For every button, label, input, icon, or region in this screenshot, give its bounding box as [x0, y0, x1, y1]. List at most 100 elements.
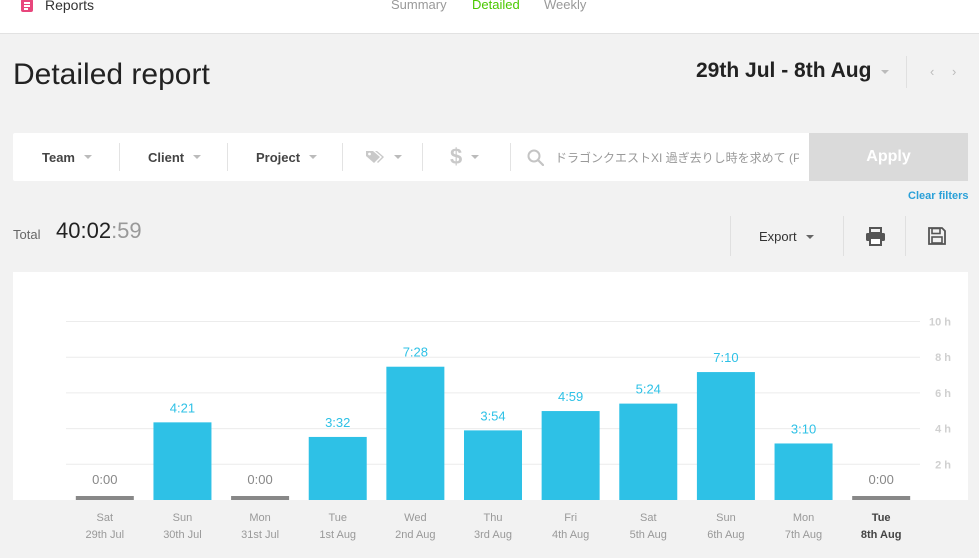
bar [696, 372, 755, 500]
team-filter-label: Team [42, 149, 75, 165]
x-tick-day: Tue [871, 512, 891, 524]
clear-filters-link[interactable]: Clear filters [908, 190, 969, 202]
daily-hours-bar-chart: 10 h 8 h 6 h 4 h 2 h 0:00 4:21 0:00 3:32 7:28 3:54… [66, 317, 951, 500]
y-tick-label: 2 h [935, 459, 951, 471]
bar [619, 403, 678, 500]
total-label: Total [13, 227, 41, 242]
x-tick-date: 31st Jul [241, 529, 280, 541]
bar-value-label: 3:10 [791, 421, 816, 436]
page-title: Detailed report [13, 58, 210, 91]
export-label: Export [759, 229, 797, 244]
bar [774, 443, 833, 500]
x-tick-date: 4th Aug [551, 529, 590, 541]
divider [510, 143, 511, 171]
divider [730, 216, 731, 256]
team-filter[interactable]: Team [42, 133, 92, 181]
y-tick-label: 6 h [935, 388, 951, 400]
chevron-left-icon[interactable]: ‹ [930, 64, 934, 79]
x-tick-date: 7th Aug [784, 529, 823, 541]
x-tick-day: Tue [328, 512, 347, 524]
x-tick-day: Sat [96, 512, 114, 524]
dollar-icon: $ [450, 144, 463, 169]
top-bar: Reports Summary Detailed Weekly [0, 0, 979, 34]
bar-value-label: 0:00 [92, 472, 117, 487]
x-tick-day: Mon [249, 512, 271, 524]
bar-value-label: 0:00 [869, 472, 894, 487]
y-tick-label: 4 h [935, 424, 951, 436]
x-tick-label: Sun 6th Aug [686, 510, 766, 544]
project-filter[interactable]: Project [256, 133, 318, 181]
client-filter-label: Client [148, 149, 185, 165]
x-tick-label: Mon 7th Aug [764, 510, 844, 544]
search-input[interactable]: ドラゴンクエストXI 過ぎ去りし時を求めて (P [555, 149, 799, 166]
chevron-right-icon[interactable]: › [952, 64, 956, 79]
bar [386, 366, 445, 500]
print-icon[interactable] [865, 227, 886, 246]
x-tick-label: Tue 1st Aug [298, 510, 378, 544]
x-tick-date: 3rd Aug [474, 529, 512, 541]
bar-value-label: 7:10 [713, 350, 738, 365]
total-duration: 40:02:59 [56, 218, 142, 244]
bar [75, 496, 134, 500]
divider [422, 143, 423, 171]
x-tick-date: 2nd Aug [395, 529, 436, 541]
total-seconds: :59 [111, 218, 142, 243]
billable-filter[interactable]: $ [450, 133, 480, 181]
divider [227, 143, 228, 171]
divider [905, 216, 906, 256]
bar-value-label: 5:24 [636, 382, 661, 397]
apply-button[interactable]: Apply [809, 133, 968, 181]
save-icon[interactable] [928, 227, 946, 245]
bar [153, 422, 212, 500]
project-filter-label: Project [256, 149, 301, 165]
total-hours: 40:02 [56, 218, 112, 243]
chevron-down-icon[interactable] [881, 70, 889, 74]
chevron-down-icon [394, 155, 402, 159]
y-tick-label: 8 h [935, 352, 951, 364]
x-tick-day: Sat [640, 512, 657, 524]
filter-bar: Team Client Project $ ドラゴンクエストXI 過ぎ去りし時を… [13, 133, 968, 181]
bar [308, 436, 367, 500]
tags-filter[interactable] [365, 133, 402, 181]
reports-icon [21, 0, 33, 12]
x-tick-label: Wed 2nd Aug [375, 510, 455, 544]
x-tick-label: Sun 30th Jul [142, 510, 222, 544]
x-tick-day: Thu [483, 512, 503, 524]
chevron-down-icon [84, 155, 92, 159]
bar-value-label: 0:00 [247, 472, 272, 487]
x-tick-date: 5th Aug [629, 529, 667, 541]
x-tick-day: Wed [404, 512, 427, 524]
chevron-down-icon [193, 155, 202, 159]
tab-weekly[interactable]: Weekly [544, 0, 586, 12]
x-tick-day: Fri [564, 512, 578, 524]
chevron-down-icon [309, 155, 318, 159]
divider [906, 56, 907, 88]
x-tick-date: 30th Jul [163, 529, 202, 541]
x-tick-day: Sun [716, 512, 736, 524]
client-filter[interactable]: Client [148, 133, 202, 181]
x-tick-date: 6th Aug [707, 529, 745, 541]
divider [843, 216, 844, 256]
x-tick-day: Sun [172, 512, 193, 524]
x-tick-date: 1st Aug [319, 529, 357, 541]
tab-summary[interactable]: Summary [391, 0, 447, 12]
x-tick-label: Tue 8th Aug [841, 510, 921, 544]
tab-detailed[interactable]: Detailed [472, 0, 520, 12]
bar-value-label: 3:54 [480, 408, 505, 423]
bar-value-label: 7:28 [403, 345, 428, 360]
x-tick-day: Mon [792, 512, 815, 524]
x-tick-date: 8th Aug [860, 529, 902, 541]
x-tick-label: Sat 5th Aug [608, 510, 688, 544]
date-range-picker[interactable]: 29th Jul - 8th Aug [696, 59, 871, 83]
chevron-down-icon [471, 155, 480, 159]
export-button[interactable]: Export [759, 229, 814, 244]
divider [342, 143, 343, 171]
bar [541, 411, 600, 500]
x-tick-date: 29th Jul [85, 529, 125, 541]
tags-icon [366, 151, 384, 163]
search-icon [527, 149, 544, 166]
divider [119, 143, 120, 171]
bar-value-label: 3:32 [325, 415, 350, 430]
bar [464, 430, 522, 500]
chevron-down-icon [805, 234, 814, 239]
